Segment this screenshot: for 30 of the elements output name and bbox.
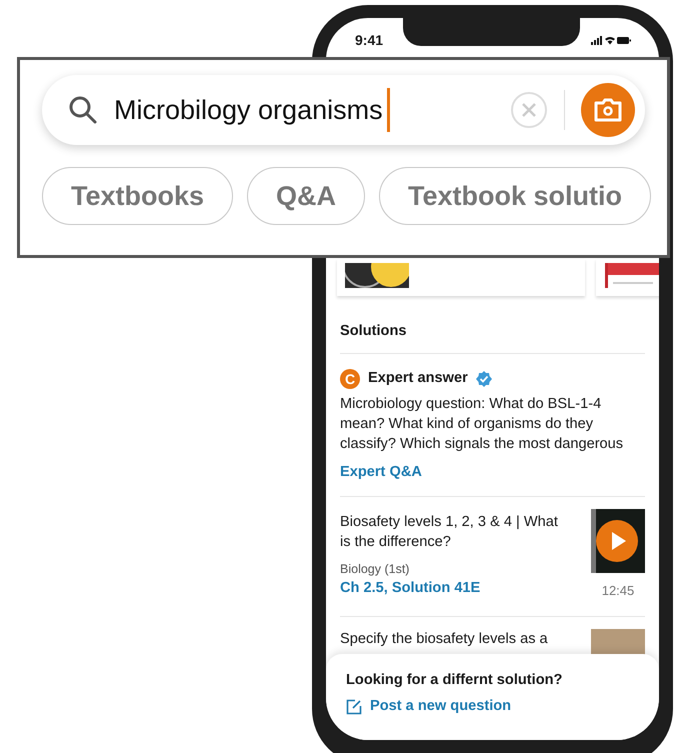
verified-badge-icon bbox=[476, 370, 492, 387]
question-text: Microbiology question: What do BSL-1-4 mean? What kind of organisms do they classify? Which signals the most dangerous bbox=[340, 394, 624, 454]
expert-label: Expert answer bbox=[368, 368, 468, 388]
book-card[interactable] bbox=[596, 259, 659, 296]
filter-chip[interactable]: Textbook solutio bbox=[379, 167, 652, 225]
video-title: Biosafety levels 1, 2, 3 & 4 | What is the difference? bbox=[340, 512, 559, 552]
link[interactable]: Expert Q&A bbox=[340, 462, 422, 484]
camera-button[interactable] bbox=[581, 83, 635, 137]
brand-logo: C bbox=[340, 368, 360, 389]
status-time: 9:41 bbox=[355, 30, 384, 50]
result-title: Specify the biosafety levels as a bbox=[340, 630, 549, 650]
prompt-text: Looking for a differnt solution? bbox=[346, 671, 564, 690]
book-cover-drawing bbox=[604, 263, 659, 288]
search-icon bbox=[68, 95, 98, 125]
filter-chip[interactable]: Q&A bbox=[247, 167, 366, 225]
section-heading: Solutions bbox=[340, 321, 645, 354]
play-icon[interactable] bbox=[596, 520, 638, 562]
text-cursor bbox=[386, 88, 390, 132]
edit-icon bbox=[346, 698, 362, 715]
video-duration: 12:45 bbox=[602, 582, 634, 600]
camera-icon bbox=[593, 98, 623, 122]
search-field[interactable]: Microbilogy organisms bbox=[42, 75, 645, 145]
post-question-link[interactable]: Post a new question bbox=[346, 696, 512, 718]
book-title: Biology (1st) bbox=[340, 560, 410, 578]
book-cover-drawing bbox=[345, 263, 409, 288]
link[interactable]: Ch 2.5, Solution 41E bbox=[340, 580, 480, 596]
video-thumbnail[interactable] bbox=[591, 508, 645, 573]
book-card[interactable] bbox=[337, 259, 585, 296]
filter-chip[interactable]: Textbooks bbox=[42, 167, 234, 225]
status-icons bbox=[591, 34, 631, 46]
